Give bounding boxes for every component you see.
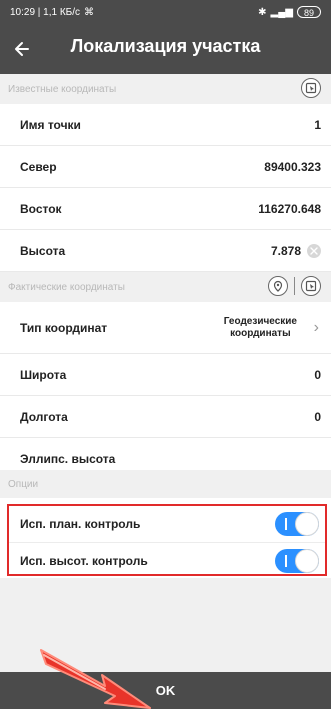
clear-height-button[interactable] (307, 243, 321, 258)
toggle-knob (295, 512, 319, 536)
north-row[interactable]: Север 89400.323 (0, 146, 331, 188)
coordinate-type-label: Тип координат (20, 320, 108, 335)
battery-icon: 89 (297, 6, 321, 18)
ok-button[interactable]: OK (0, 672, 331, 709)
height-label: Высота (20, 243, 66, 258)
latitude-label: Широта (20, 367, 67, 382)
select-point-icon (305, 82, 317, 94)
actual-section-actions (268, 276, 321, 296)
page-title: Локализация участка (70, 36, 261, 56)
known-section-actions (301, 78, 321, 98)
plan-control-toggle[interactable] (275, 512, 319, 536)
signal-icon: ▂▄▆ (270, 6, 293, 18)
north-value: 89400.323 (264, 159, 321, 174)
coordinate-type-row[interactable]: Тип координат Геодезические координаты › (0, 302, 331, 354)
select-measured-point-button[interactable] (301, 276, 321, 296)
longitude-row[interactable]: Долгота 0 (0, 396, 331, 438)
longitude-value: 0 (314, 409, 321, 424)
latitude-value: 0 (314, 367, 321, 382)
longitude-label: Долгота (20, 409, 68, 424)
location-pin-icon (273, 280, 283, 292)
north-label: Север (20, 159, 57, 174)
coordinate-type-line-1: Геодезические (223, 315, 297, 327)
east-value: 116270.648 (258, 201, 321, 216)
point-name-value: 1 (314, 117, 321, 132)
empty-content-area (0, 578, 331, 672)
status-left: 10:29 | 1,1 КБ/с ⌘ (10, 7, 94, 18)
point-name-row[interactable]: Имя точки 1 (0, 104, 331, 146)
status-bar: 10:29 | 1,1 КБ/с ⌘ ✱ ▂▄▆ 89 (0, 0, 331, 24)
height-control-label: Исп. высот. контроль (20, 553, 148, 568)
known-coordinates-heading: Известные координаты (8, 83, 117, 95)
coordinate-type-value: Геодезические координаты (224, 316, 297, 340)
east-label: Восток (20, 201, 62, 216)
options-section: Опции (0, 470, 331, 498)
toggle-knob (295, 549, 319, 573)
height-value: 7.878 (270, 243, 301, 258)
known-coordinates-section: Известные координаты (0, 74, 331, 104)
select-point-button[interactable] (301, 78, 321, 98)
get-location-button[interactable] (268, 276, 288, 296)
height-row[interactable]: Высота 7.878 (0, 230, 331, 272)
east-row[interactable]: Восток 116270.648 (0, 188, 331, 230)
status-right: ✱ ▂▄▆ 89 (258, 6, 321, 18)
close-icon (310, 246, 318, 255)
height-control-toggle[interactable] (275, 549, 319, 573)
coordinate-type-line-2: координаты (230, 327, 291, 339)
height-value-group: 7.878 (270, 243, 321, 258)
toggle-on-mark (285, 555, 287, 567)
actual-coordinates-section: Фактические координаты (0, 272, 331, 302)
plan-control-label: Исп. план. контроль (20, 517, 141, 531)
latitude-row[interactable]: Широта 0 (0, 354, 331, 396)
notification-icon: ⌘ (84, 6, 95, 18)
options-heading: Опции (8, 478, 39, 490)
toggle-on-mark (285, 518, 287, 530)
bluetooth-icon: ✱ (258, 6, 267, 18)
actual-coordinates-heading: Фактические координаты (8, 281, 125, 293)
chevron-right-icon: › (313, 318, 319, 336)
ellipsoid-height-label: Эллипс. высота (20, 452, 116, 466)
highlighted-options-box: Исп. план. контроль Исп. высот. контроль (7, 504, 327, 576)
point-name-label: Имя точки (20, 117, 81, 132)
status-time: 10:29 | 1,1 КБ/с (10, 6, 81, 18)
plan-control-row: Исп. план. контроль (9, 506, 325, 542)
height-control-row: Исп. высот. контроль (9, 542, 325, 578)
ok-button-label: OK (155, 683, 176, 698)
section-icon-divider (294, 277, 295, 295)
app-header: Локализация участка (0, 24, 331, 74)
select-point-icon (305, 280, 317, 292)
